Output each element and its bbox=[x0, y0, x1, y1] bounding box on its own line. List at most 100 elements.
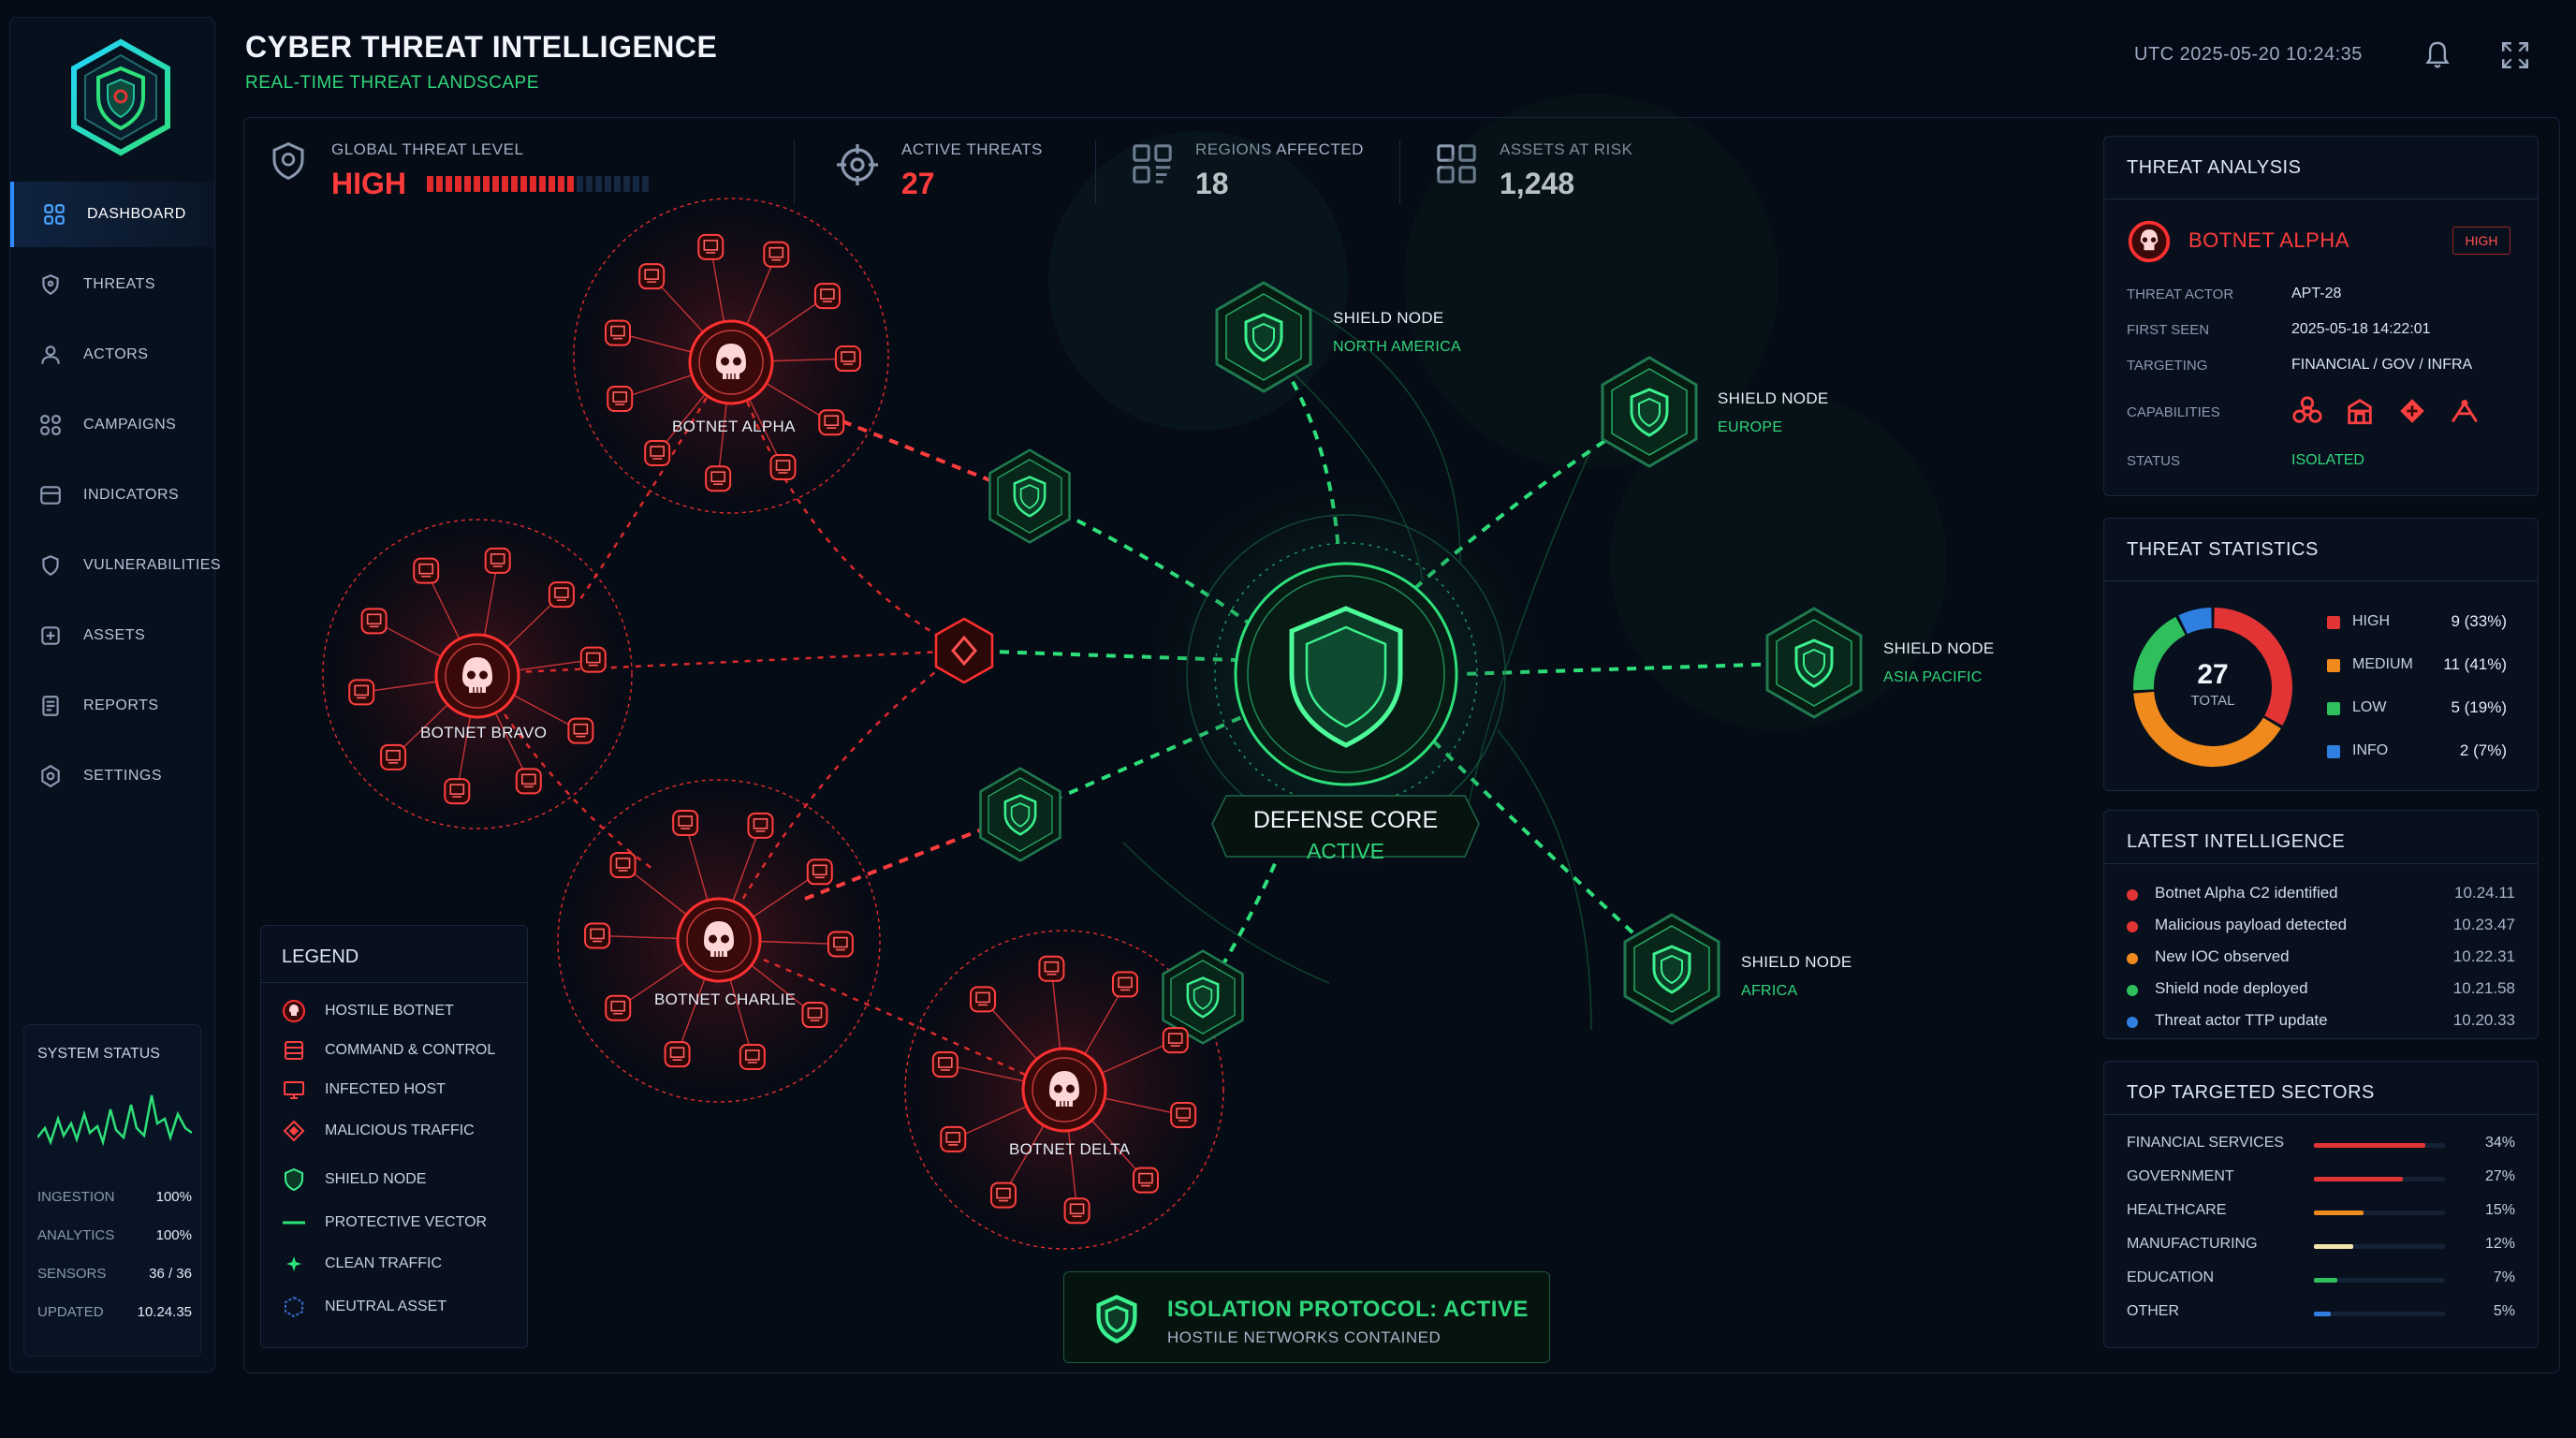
severity-value: 5 (19%) bbox=[2451, 698, 2507, 716]
infected-host-node[interactable] bbox=[801, 1002, 828, 1029]
sector-bar-fill bbox=[2314, 1312, 2331, 1316]
infected-host-node[interactable] bbox=[567, 717, 594, 744]
sector-name: HEALTHCARE bbox=[2127, 1202, 2227, 1218]
severity-name: MEDIUM bbox=[2352, 656, 2413, 672]
sector-pct: 15% bbox=[2484, 1202, 2515, 1218]
infected-host-node[interactable] bbox=[705, 465, 732, 492]
field-value: 2025-05-18 14:22:01 bbox=[2291, 321, 2431, 337]
threat-statistics-panel: THREAT STATISTICS 27 TOTAL HIGH 9 (33%) … bbox=[2103, 518, 2539, 791]
donut-total-label: TOTAL bbox=[2190, 693, 2235, 709]
bug-icon bbox=[2400, 399, 2424, 423]
intel-row[interactable]: Shield node deployed 10.21.58 bbox=[2127, 979, 2515, 1004]
sector-name: MANUFACTURING bbox=[2127, 1236, 2258, 1252]
legend-item: PROTECTIVE VECTOR bbox=[282, 1209, 487, 1237]
infected-host-node[interactable] bbox=[769, 453, 797, 480]
status-isolated: ISOLATED bbox=[2291, 452, 2364, 468]
intel-row[interactable]: Malicious payload detected 10.23.47 bbox=[2127, 916, 2515, 940]
shield-node-relay[interactable] bbox=[988, 448, 1071, 544]
infected-host-node[interactable] bbox=[579, 646, 607, 673]
botnet-charlie-core[interactable] bbox=[676, 897, 762, 983]
isolation-title: ISOLATION PROTOCOL: ACTIVE bbox=[1167, 1297, 1529, 1322]
infected-host-node[interactable] bbox=[1132, 1167, 1159, 1194]
intel-time: 10.24.11 bbox=[2454, 884, 2515, 902]
infected-host-node[interactable] bbox=[763, 241, 790, 268]
severity-value: 11 (41%) bbox=[2443, 655, 2507, 673]
infected-host-node[interactable] bbox=[1112, 971, 1138, 998]
legend-label: COMMAND & CONTROL bbox=[325, 1042, 496, 1058]
sector-name: OTHER bbox=[2127, 1303, 2179, 1319]
intel-text: Shield node deployed bbox=[2155, 979, 2308, 997]
infected-host-node[interactable] bbox=[609, 851, 637, 878]
legend-item: SHIELD NODE bbox=[282, 1166, 426, 1194]
sector-bar-track bbox=[2314, 1278, 2445, 1283]
severity-name: HIGH bbox=[2352, 613, 2390, 629]
shield-node-region: AFRICA bbox=[1741, 983, 1798, 999]
shield-node-relay[interactable] bbox=[979, 767, 1061, 862]
shield-node-africa[interactable] bbox=[1623, 913, 1720, 1025]
panel-title: THREAT STATISTICS bbox=[2127, 539, 2319, 560]
infected-host-node[interactable] bbox=[813, 283, 841, 310]
infected-host-node[interactable] bbox=[607, 386, 634, 413]
sector-row: FINANCIAL SERVICES 34% bbox=[2127, 1135, 2515, 1157]
intel-time: 10.21.58 bbox=[2452, 979, 2515, 997]
infected-host-node[interactable] bbox=[827, 931, 854, 958]
infected-host-node[interactable] bbox=[940, 1125, 967, 1152]
botnet-bravo-core[interactable] bbox=[434, 633, 520, 719]
intel-row[interactable]: New IOC observed 10.22.31 bbox=[2127, 947, 2515, 972]
infected-host-node[interactable] bbox=[747, 812, 774, 839]
infected-host-node[interactable] bbox=[664, 1041, 691, 1068]
intel-text: Malicious payload detected bbox=[2155, 916, 2348, 933]
divider bbox=[2104, 580, 2538, 581]
legend-item: CLEAN TRAFFIC bbox=[282, 1250, 442, 1278]
infected-host-node[interactable] bbox=[1063, 1197, 1090, 1225]
divider bbox=[2104, 198, 2538, 199]
legend-item: NEUTRAL ASSET bbox=[282, 1293, 446, 1321]
intel-severity-dot bbox=[2127, 1017, 2138, 1028]
infected-host-node[interactable] bbox=[931, 1050, 959, 1078]
infected-host-node[interactable] bbox=[672, 810, 699, 837]
infected-host-node[interactable] bbox=[444, 778, 471, 805]
infected-host-node[interactable] bbox=[806, 858, 833, 886]
sector-name: EDUCATION bbox=[2127, 1269, 2215, 1285]
sector-bar-track bbox=[2314, 1143, 2445, 1148]
infected-host-node[interactable] bbox=[605, 994, 632, 1021]
botnet-label: BOTNET BRAVO bbox=[420, 724, 548, 741]
top-sectors-panel: TOP TARGETED SECTORS FINANCIAL SERVICES 3… bbox=[2103, 1061, 2539, 1348]
infected-host-node[interactable] bbox=[584, 922, 611, 949]
sector-bar-track bbox=[2314, 1312, 2445, 1316]
sector-row: GOVERNMENT 27% bbox=[2127, 1168, 2515, 1191]
intel-row[interactable]: Threat actor TTP update 10.20.33 bbox=[2127, 1011, 2515, 1035]
panel-title: TOP TARGETED SECTORS bbox=[2127, 1082, 2375, 1103]
infected-host-node[interactable] bbox=[515, 768, 542, 795]
infected-host-node[interactable] bbox=[360, 608, 388, 635]
infected-host-node[interactable] bbox=[638, 263, 666, 290]
infected-host-node[interactable] bbox=[380, 743, 407, 770]
infected-host-node[interactable] bbox=[1162, 1027, 1189, 1054]
infected-host-node[interactable] bbox=[605, 319, 632, 346]
infected-host-node[interactable] bbox=[970, 986, 997, 1013]
diamond-icon bbox=[283, 1120, 305, 1142]
sector-pct: 5% bbox=[2493, 1303, 2515, 1319]
intel-row[interactable]: Botnet Alpha C2 identified 10.24.11 bbox=[2127, 884, 2515, 908]
divider bbox=[261, 982, 527, 983]
infected-host-node[interactable] bbox=[818, 409, 845, 436]
infected-host-node[interactable] bbox=[739, 1043, 766, 1070]
legend-label: INFECTED HOST bbox=[325, 1081, 446, 1097]
infected-host-node[interactable] bbox=[1038, 955, 1065, 982]
infected-host-node[interactable] bbox=[644, 440, 671, 467]
infected-host-node[interactable] bbox=[697, 233, 724, 260]
network-icon bbox=[2452, 399, 2478, 423]
infected-host-node[interactable] bbox=[348, 679, 375, 706]
botnet-label: BOTNET DELTA bbox=[1009, 1140, 1131, 1158]
infected-host-node[interactable] bbox=[1170, 1102, 1197, 1129]
infected-host-node[interactable] bbox=[413, 557, 440, 584]
shield-node-label: SHIELD NODE bbox=[1883, 639, 1995, 657]
sector-row: HEALTHCARE 15% bbox=[2127, 1202, 2515, 1225]
botnet-delta-core[interactable] bbox=[1021, 1047, 1107, 1133]
botnet-alpha-core[interactable] bbox=[688, 319, 774, 405]
infected-host-node[interactable] bbox=[834, 345, 861, 373]
infected-host-node[interactable] bbox=[990, 1181, 1017, 1209]
field-value: APT-28 bbox=[2291, 286, 2342, 301]
infected-host-node[interactable] bbox=[484, 547, 511, 574]
infected-host-node[interactable] bbox=[548, 581, 575, 609]
